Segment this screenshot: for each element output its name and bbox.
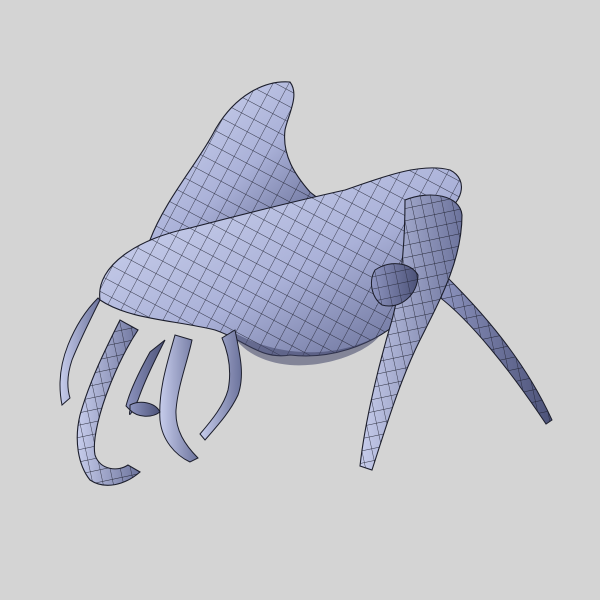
3d-viewport[interactable] bbox=[0, 0, 600, 600]
rear-leg-back bbox=[437, 268, 553, 425]
creature-model[interactable] bbox=[0, 0, 600, 600]
